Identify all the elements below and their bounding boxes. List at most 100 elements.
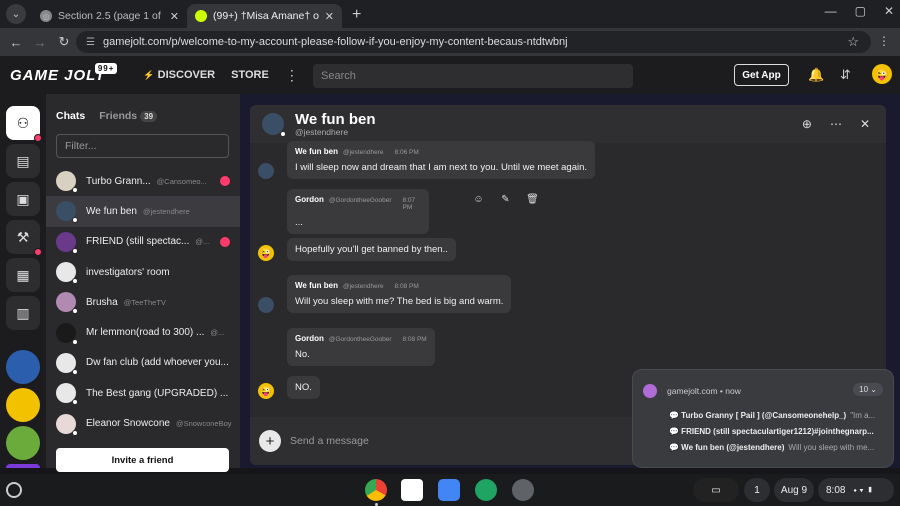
message-time: 8:08 PM	[402, 336, 427, 343]
chat-list-item[interactable]: Turbo Grann... @Cansomeo...	[46, 166, 240, 196]
chat-list-item[interactable]: Brusha @TeeTheTV	[46, 287, 240, 317]
chat-rail-icon[interactable]: ⚇	[6, 106, 42, 142]
chat-avatar[interactable]	[262, 113, 286, 137]
os-shelf: ▭ 1 Aug 9 8:08 ⬩ ▾ ▮	[0, 474, 900, 506]
forward-icon[interactable]: →	[28, 35, 52, 50]
bell-icon[interactable]: 🔔	[808, 67, 824, 83]
store-icon[interactable]: ▤	[6, 144, 40, 178]
close-window-icon[interactable]: ✕	[884, 4, 894, 18]
address-bar[interactable]: ☰ gamejolt.com/p/welcome-to-my-account-p…	[76, 31, 871, 53]
message-bubble[interactable]: Hopefully you'll get banned by then..	[287, 238, 456, 261]
search-input[interactable]: Search	[313, 64, 633, 88]
author-avatar[interactable]	[258, 163, 274, 179]
author-name[interactable]: We fun ben	[295, 147, 338, 156]
friends-icon[interactable]: ⇵	[840, 67, 851, 83]
message-input[interactable]: Send a message	[290, 435, 369, 447]
browser-tab-active[interactable]: (99+) †Misa Amane† on Game ✕	[187, 4, 342, 28]
shop-icon[interactable]: ▦	[6, 258, 40, 292]
backpack-icon[interactable]: ▣	[6, 182, 40, 216]
author-name[interactable]: Gordon	[295, 334, 324, 343]
gamejolt-logo[interactable]: GAME JOLT 99+	[10, 62, 118, 84]
back-icon[interactable]: ←	[4, 35, 28, 50]
chat-list-item[interactable]: investigators' room	[46, 257, 240, 287]
notification-line[interactable]: 💬 FRIEND (still spectaculartiger1212)#jo…	[669, 427, 883, 436]
author-avatar[interactable]	[258, 297, 274, 313]
notification-line[interactable]: 💬 Turbo Granny [ Pail ] (@Cansomeonehelp…	[669, 411, 883, 420]
status-area[interactable]: 8:08 ⬩ ▾ ▮	[818, 478, 894, 502]
close-tab-icon[interactable]: ✕	[170, 10, 179, 23]
chrome-icon[interactable]	[365, 479, 387, 501]
chat-avatar	[56, 171, 78, 194]
author-avatar[interactable]: 😜	[258, 245, 274, 261]
notification-badge[interactable]: 1	[744, 478, 770, 502]
add-reaction-icon[interactable]: ☺	[465, 194, 492, 205]
chat-list-item[interactable]: FRIEND (still spectac... @...	[46, 227, 240, 257]
library-icon[interactable]: ▥	[6, 296, 40, 330]
site-info-icon[interactable]: ☰	[86, 37, 95, 48]
gmail-icon[interactable]	[401, 479, 423, 501]
chat-list-item[interactable]: We fun ben @jestendhere	[46, 196, 240, 227]
browser-tab[interactable]: ◎ Section 2.5 (page 1 of 2) | ace ✕	[32, 4, 187, 28]
community-avatar[interactable]	[6, 388, 40, 422]
message-header: Gordon @GordontheeGoober 8:07 PM	[295, 195, 421, 211]
message[interactable]: We fun ben @jestendhere 8:08 PM Will you…	[258, 275, 512, 313]
community-avatar[interactable]	[6, 350, 40, 384]
notification-line[interactable]: 💬 We fun ben (@jestendhere) Will you slee…	[669, 443, 883, 452]
more-options-icon[interactable]: ⋯	[830, 117, 842, 131]
add-member-icon[interactable]: ⊕	[802, 117, 812, 131]
add-attachment-button[interactable]: +	[259, 430, 281, 452]
chat-list-item[interactable]: Mr lemmon(road to 300) ... @...	[46, 317, 240, 347]
community-avatar[interactable]	[6, 464, 40, 468]
discover-link[interactable]: ⚡ DISCOVER	[143, 69, 215, 81]
browser-menu-icon[interactable]: ⋮	[878, 34, 890, 48]
message[interactable]: 😜 Hopefully you'll get banned by then..	[258, 238, 456, 261]
tab-search-button[interactable]: ⌄	[6, 4, 26, 24]
tote-icon[interactable]: ▭	[693, 478, 739, 502]
reload-icon[interactable]: ↻	[52, 34, 76, 50]
store-link[interactable]: STORE	[231, 69, 269, 81]
message-bubble[interactable]: Gordon @GordontheeGoober 8:07 PM ...	[287, 189, 429, 234]
message-bubble[interactable]: We fun ben @jestendhere 8:06 PM I will s…	[287, 141, 596, 179]
quest-icon[interactable]: ⚒	[6, 220, 42, 256]
notification-sender: 💬 Turbo Granny [ Pail ] (@Cansomeonehelp…	[669, 411, 847, 420]
message[interactable]: 😜 NO.	[258, 376, 320, 399]
message[interactable]: Gordon @GordontheeGoober 8:08 PM No.	[287, 328, 435, 366]
author-name[interactable]: Gordon	[295, 195, 324, 204]
chat-list-item[interactable]: The Best gang (UPGRADED) ...	[46, 378, 240, 408]
more-menu-icon[interactable]: ⋮	[285, 67, 299, 84]
files-icon[interactable]	[438, 479, 460, 501]
get-app-button[interactable]: Get App	[734, 64, 789, 86]
tab-friends[interactable]: Friends 39	[99, 110, 158, 122]
chat-name: The Best gang (UPGRADED) ...	[86, 387, 229, 399]
edit-icon[interactable]: ✎	[492, 194, 519, 205]
messages-icon[interactable]	[475, 479, 497, 501]
launcher-icon[interactable]	[6, 482, 22, 498]
author-name[interactable]: We fun ben	[295, 281, 338, 290]
delete-icon[interactable]: 🗑	[519, 194, 546, 205]
filter-input[interactable]: Filter...	[56, 134, 229, 158]
close-tab-icon[interactable]: ✕	[325, 10, 334, 23]
community-avatar[interactable]	[6, 426, 40, 460]
message[interactable]: We fun ben @jestendhere 8:06 PM I will s…	[258, 141, 596, 179]
bookmark-star-icon[interactable]: ☆	[847, 34, 859, 50]
close-chat-icon[interactable]: ✕	[860, 117, 870, 131]
tab-chats[interactable]: Chats	[56, 110, 85, 122]
user-avatar[interactable]: 😜	[872, 64, 892, 84]
date-display[interactable]: Aug 9	[774, 478, 814, 502]
minimize-icon[interactable]: —	[825, 4, 837, 18]
author-avatar[interactable]: 😜	[258, 383, 274, 399]
new-tab-button[interactable]: +	[352, 6, 361, 24]
message-text: No.	[295, 349, 310, 360]
message-bubble[interactable]: NO.	[287, 376, 320, 399]
message-bubble[interactable]: Gordon @GordontheeGoober 8:08 PM No.	[287, 328, 435, 366]
browser-tab-strip: ⌄ ◎ Section 2.5 (page 1 of 2) | ace ✕ (9…	[0, 0, 900, 28]
invite-friend-button[interactable]: Invite a friend	[56, 448, 229, 472]
notification-count[interactable]: 10 ⌄	[853, 383, 883, 396]
chat-list-item[interactable]: Eleanor Snowcone @SnowconeBoy	[46, 408, 240, 438]
chat-list-item[interactable]: Dw fan club (add whoever you...	[46, 348, 240, 378]
settings-icon[interactable]	[512, 479, 534, 501]
maximize-icon[interactable]: ▢	[855, 4, 866, 18]
message[interactable]: Gordon @GordontheeGoober 8:07 PM ... ☺ ✎…	[287, 188, 546, 234]
notification-popup[interactable]: gamejolt.com • now 10 ⌄ 💬 Turbo Granny […	[632, 369, 894, 468]
message-bubble[interactable]: We fun ben @jestendhere 8:08 PM Will you…	[287, 275, 512, 313]
